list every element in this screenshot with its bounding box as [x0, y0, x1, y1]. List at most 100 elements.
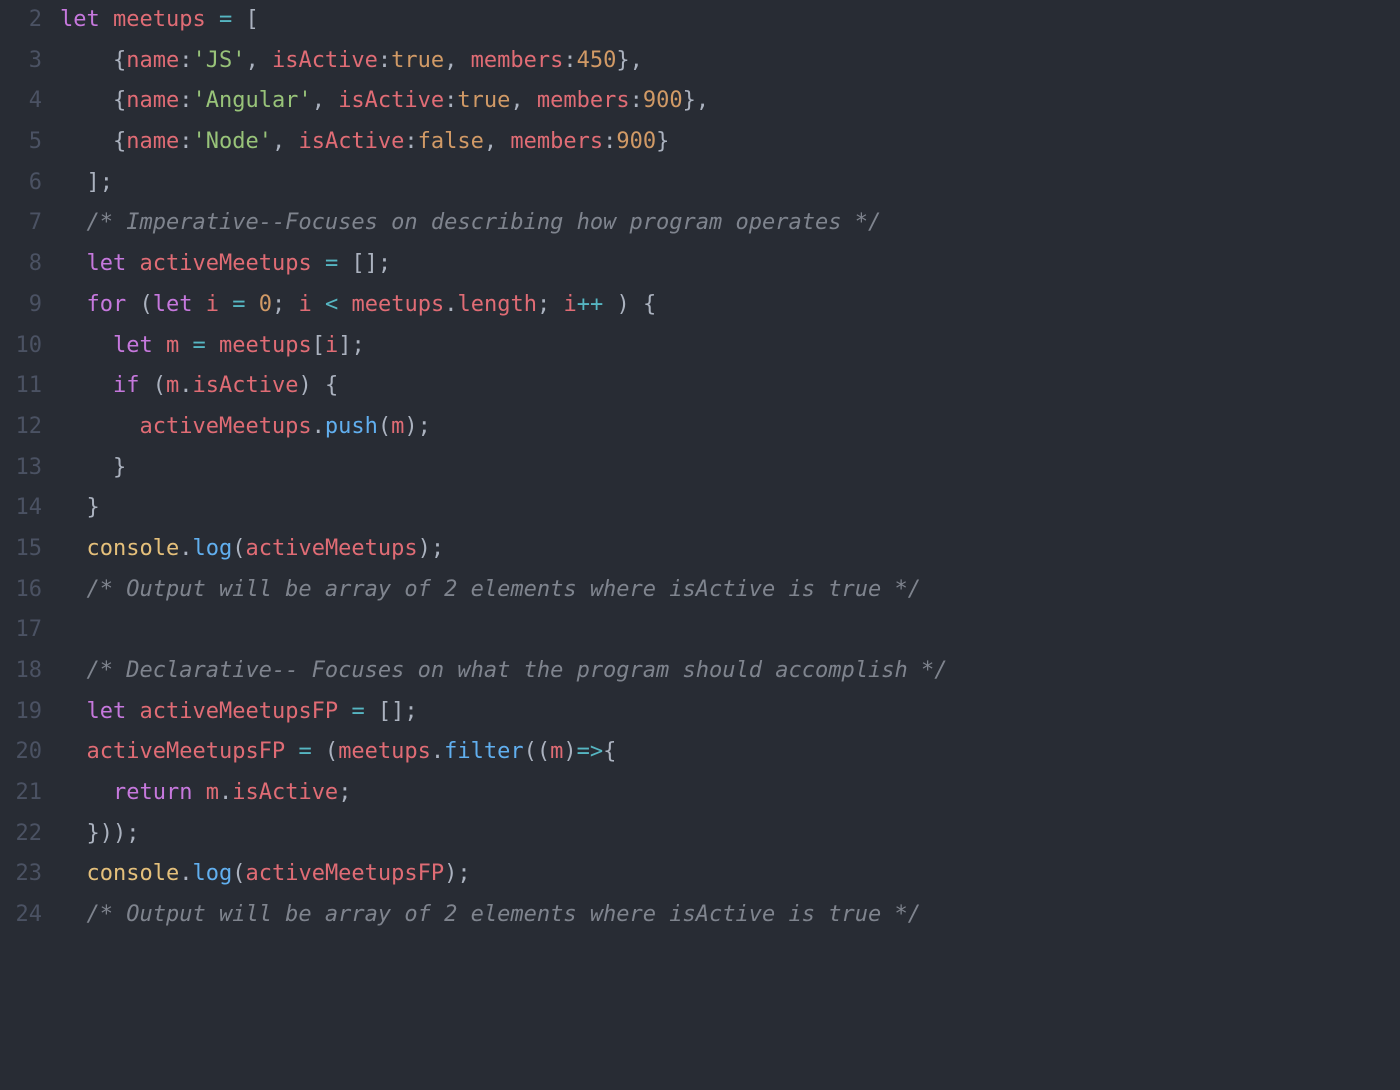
code-line[interactable]: /* Output will be array of 2 elements wh…	[60, 895, 1400, 936]
token-def	[60, 739, 87, 764]
line-number: 2	[0, 0, 42, 41]
token-pun: ];	[60, 170, 113, 195]
token-def	[219, 292, 232, 317]
token-cmt: /* Declarative-- Focuses on what the pro…	[87, 658, 948, 683]
token-pun: :	[179, 88, 192, 113]
token-var: activeMeetups	[245, 536, 417, 561]
line-number: 19	[0, 692, 42, 733]
token-kw: if	[113, 373, 140, 398]
token-str: 'Node'	[192, 129, 271, 154]
token-prop: members	[510, 129, 603, 154]
token-pun: (	[232, 536, 245, 561]
token-def	[60, 780, 113, 805]
code-line[interactable]: /* Declarative-- Focuses on what the pro…	[60, 651, 1400, 692]
code-line[interactable]: {name:'Angular', isActive:true, members:…	[60, 81, 1400, 122]
token-pun: ,	[312, 88, 339, 113]
token-pun: ,	[272, 129, 299, 154]
line-number: 4	[0, 81, 42, 122]
token-pun: }));	[60, 821, 139, 846]
code-line[interactable]: }	[60, 448, 1400, 489]
code-line[interactable]: return m.isActive;	[60, 773, 1400, 814]
token-pun: );	[418, 536, 445, 561]
token-def	[285, 739, 298, 764]
token-pun: }	[60, 455, 126, 480]
code-line[interactable]: console.log(activeMeetupsFP);	[60, 854, 1400, 895]
line-number: 3	[0, 41, 42, 82]
token-varb: console	[87, 861, 180, 886]
token-def	[206, 7, 219, 32]
code-line[interactable]: for (let i = 0; i < meetups.length; i++ …	[60, 285, 1400, 326]
code-editor[interactable]: 23456789101112131415161718192021222324 l…	[0, 0, 1400, 1090]
token-pun: ,	[245, 48, 272, 73]
token-pun: .	[219, 780, 232, 805]
token-prop: name	[126, 48, 179, 73]
token-def	[338, 292, 351, 317]
token-def	[60, 617, 73, 642]
code-line[interactable]: ];	[60, 163, 1400, 204]
token-pun: [	[312, 333, 325, 358]
token-pun: :	[563, 48, 576, 73]
token-bool: false	[418, 129, 484, 154]
code-line[interactable]: if (m.isActive) {	[60, 366, 1400, 407]
token-pun: ];	[338, 333, 365, 358]
token-pun: {	[603, 739, 616, 764]
code-area[interactable]: let meetups = [ {name:'JS', isActive:tru…	[60, 0, 1400, 1090]
code-line[interactable]: activeMeetupsFP = (meetups.filter((m)=>{	[60, 732, 1400, 773]
token-pun: );	[404, 414, 431, 439]
token-pun: ,	[510, 88, 537, 113]
code-line[interactable]: activeMeetups.push(m);	[60, 407, 1400, 448]
token-def	[60, 414, 139, 439]
token-def	[60, 536, 87, 561]
token-num: 450	[577, 48, 617, 73]
token-def	[60, 699, 87, 724]
token-prop: isActive	[272, 48, 378, 73]
line-number: 10	[0, 326, 42, 367]
token-def	[60, 210, 87, 235]
token-cmt: /* Output will be array of 2 elements wh…	[87, 577, 921, 602]
line-number: 12	[0, 407, 42, 448]
code-line[interactable]: {name:'JS', isActive:true, members:450},	[60, 41, 1400, 82]
token-op: <	[325, 292, 338, 317]
token-pun: .	[312, 414, 325, 439]
token-def	[153, 333, 166, 358]
line-number: 17	[0, 610, 42, 651]
token-op: =	[351, 699, 364, 724]
code-line[interactable]: let activeMeetupsFP = [];	[60, 692, 1400, 733]
token-prop: members	[537, 88, 630, 113]
token-pun: (	[126, 292, 153, 317]
token-prop: isActive	[192, 373, 298, 398]
token-op: =	[192, 333, 205, 358]
token-def	[126, 251, 139, 276]
token-fn: push	[325, 414, 378, 439]
token-def	[60, 251, 87, 276]
token-pun: :	[378, 48, 391, 73]
token-var: meetups	[219, 333, 312, 358]
token-def	[60, 292, 87, 317]
code-line[interactable]: }	[60, 488, 1400, 529]
code-line[interactable]: /* Output will be array of 2 elements wh…	[60, 570, 1400, 611]
line-number: 9	[0, 285, 42, 326]
token-bool: true	[457, 88, 510, 113]
token-pun: },	[616, 48, 643, 73]
token-pun: :	[630, 88, 643, 113]
token-fn: log	[192, 536, 232, 561]
token-pun: },	[683, 88, 710, 113]
token-def	[100, 7, 113, 32]
token-str: 'Angular'	[192, 88, 311, 113]
token-pun: [];	[338, 251, 391, 276]
token-pun: ;	[338, 780, 351, 805]
token-fn: filter	[444, 739, 523, 764]
code-line[interactable]: let activeMeetups = [];	[60, 244, 1400, 285]
code-line[interactable]: /* Imperative--Focuses on describing how…	[60, 203, 1400, 244]
token-var: i	[325, 333, 338, 358]
token-kw: for	[87, 292, 127, 317]
code-line[interactable]	[60, 610, 1400, 651]
code-line[interactable]: console.log(activeMeetups);	[60, 529, 1400, 570]
line-number: 22	[0, 814, 42, 855]
line-number-gutter: 23456789101112131415161718192021222324	[0, 0, 60, 1090]
token-def	[312, 292, 325, 317]
code-line[interactable]: {name:'Node', isActive:false, members:90…	[60, 122, 1400, 163]
code-line[interactable]: }));	[60, 814, 1400, 855]
code-line[interactable]: let m = meetups[i];	[60, 326, 1400, 367]
code-line[interactable]: let meetups = [	[60, 0, 1400, 41]
